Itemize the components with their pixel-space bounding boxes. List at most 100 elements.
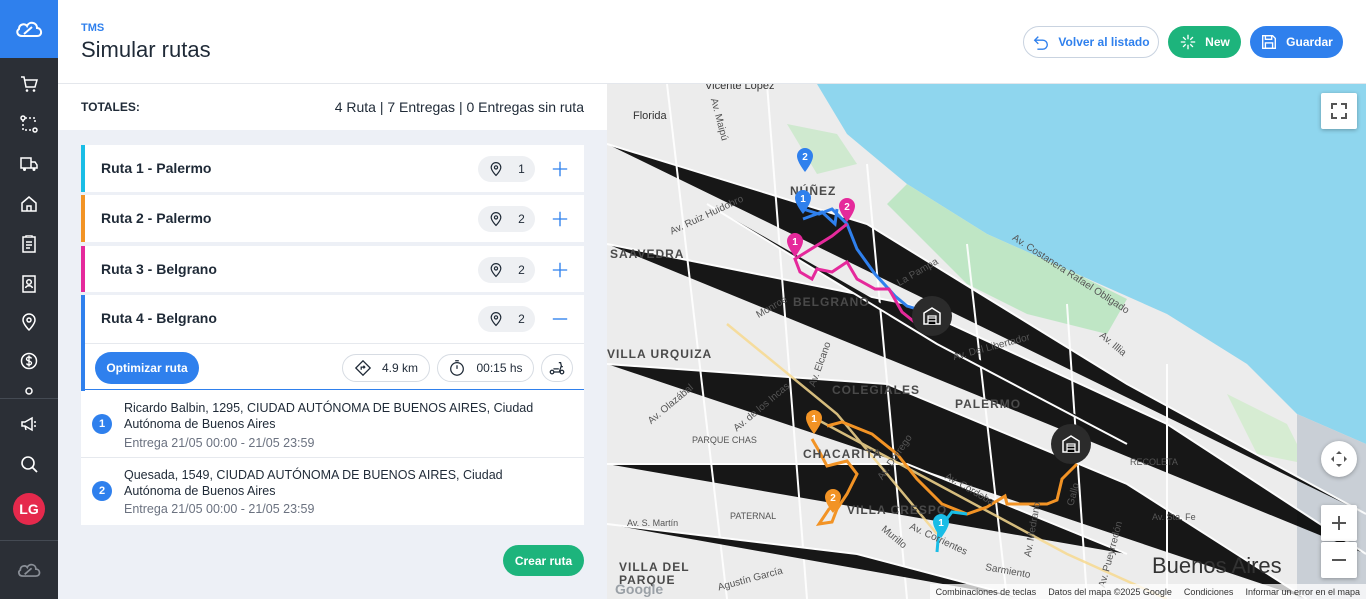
stop-number-badge: 2 — [92, 481, 112, 501]
sidebar-item-contacts[interactable] — [0, 264, 58, 304]
stop-pin-blue[interactable]: 1 — [793, 189, 813, 215]
stop-time-window: Entrega 21/05 00:00 - 21/05 23:59 — [124, 502, 315, 516]
warehouse-icon — [1062, 435, 1080, 453]
sidebar-item-fleet[interactable] — [0, 144, 58, 184]
vehicle-selector[interactable] — [541, 354, 573, 382]
zoom-in-button[interactable] — [1321, 505, 1357, 541]
route-stops-list: 1 Ricardo Balbin, 1295, CIUDAD AUTÓNOMA … — [81, 391, 584, 525]
depot-marker[interactable] — [912, 296, 952, 336]
stopwatch-icon — [450, 360, 465, 376]
stop-item-1[interactable]: 1 Ricardo Balbin, 1295, CIUDAD AUTÓNOMA … — [81, 391, 584, 458]
map-canvas[interactable] — [607, 84, 1366, 599]
map-label: RECOLETA — [1130, 457, 1178, 467]
sidebar-item-routes[interactable] — [0, 104, 58, 144]
create-route-button[interactable]: Crear ruta — [503, 545, 584, 576]
app-logo[interactable] — [0, 0, 58, 58]
sidebar-divider — [0, 398, 58, 399]
user-icon — [25, 387, 33, 395]
collapse-route-button[interactable] — [549, 308, 571, 330]
route-map[interactable]: Vicente López Florida Av. Maipú Av. Ruiz… — [607, 84, 1366, 599]
routes-panel: TOTALES: 4 Ruta | 7 Entregas | 0 Entrega… — [58, 84, 607, 599]
sidebar-item-search[interactable] — [0, 444, 58, 484]
plus-icon — [552, 262, 568, 278]
stop-pin-orange[interactable]: 2 — [823, 488, 843, 514]
zoom-out-button[interactable] — [1321, 542, 1357, 578]
pin-label: 1 — [811, 414, 817, 425]
cloud-logo-icon — [18, 563, 41, 577]
back-to-list-label: Volver al listado — [1058, 35, 1150, 49]
route-stop-count: 1 — [478, 156, 535, 182]
stop-pin-cyan[interactable]: 1 — [931, 513, 951, 539]
stop-pin-magenta[interactable]: 1 — [785, 232, 805, 258]
map-pin-icon — [490, 263, 502, 278]
search-icon — [21, 456, 38, 473]
route-card-4[interactable]: Ruta 4 - Belgrano 2 Optimizar ruta 4.9 k… — [81, 295, 584, 391]
map-pan-control[interactable] — [1321, 441, 1357, 477]
map-neighborhood: COLEGIALES — [832, 383, 921, 397]
report-error-link[interactable]: Informar un error en el mapa — [1245, 587, 1360, 597]
route-card-1[interactable]: Ruta 1 - Palermo 1 — [81, 145, 584, 192]
plus-icon — [1332, 516, 1346, 530]
pin-label: 1 — [800, 194, 806, 205]
contact-book-icon — [22, 275, 36, 293]
sidebar: LG — [0, 0, 58, 599]
stop-pin-orange[interactable]: 1 — [804, 409, 824, 435]
cloud-logo-icon — [16, 21, 43, 37]
breadcrumb[interactable]: TMS — [81, 22, 104, 34]
pin-label: 2 — [844, 202, 850, 213]
sidebar-item-billing[interactable] — [0, 341, 58, 381]
route-stop-count: 2 — [478, 257, 535, 283]
route-name: Ruta 1 - Palermo — [101, 160, 212, 176]
optimize-route-button[interactable]: Optimizar ruta — [95, 352, 199, 384]
route-card-2[interactable]: Ruta 2 - Palermo 2 — [81, 195, 584, 242]
location-pin-icon — [22, 313, 36, 332]
sidebar-item-orders[interactable] — [0, 64, 58, 104]
route-distance: 4.9 km — [342, 354, 430, 382]
route-stop-count-value: 2 — [518, 312, 525, 326]
route-stop-count: 2 — [478, 206, 535, 232]
sidebar-item-more[interactable] — [0, 384, 58, 398]
sidebar-item-tasks[interactable] — [0, 224, 58, 264]
keyboard-shortcuts-link[interactable]: Combinaciones de teclas — [936, 587, 1037, 597]
map-neighborhood: CHACARITA — [803, 447, 883, 461]
megaphone-icon — [21, 416, 36, 432]
map-label: Florida — [633, 110, 667, 122]
undo-arrow-icon — [1034, 36, 1049, 50]
route-card-3[interactable]: Ruta 3 - Belgrano 2 — [81, 246, 584, 292]
route-icon — [20, 115, 38, 133]
save-button[interactable]: Guardar — [1250, 26, 1343, 58]
map-neighborhood: PALERMO — [955, 397, 1022, 411]
stop-item-2[interactable]: 2 Quesada, 1549, CIUDAD AUTÓNOMA DE BUEN… — [81, 458, 584, 525]
sidebar-footer-logo — [0, 550, 58, 590]
route-duration: 00:15 hs — [437, 354, 534, 382]
new-button[interactable]: New — [1168, 26, 1241, 58]
user-avatar[interactable]: LG — [13, 493, 45, 525]
fullscreen-button[interactable] — [1321, 93, 1357, 129]
map-neighborhood: VILLA URQUIZA — [607, 347, 713, 361]
map-data-credit: Datos del mapa ©2025 Google — [1048, 586, 1172, 597]
sidebar-item-announcements[interactable] — [0, 404, 58, 444]
sidebar-item-locations[interactable] — [0, 302, 58, 342]
stop-address: Quesada, 1549, CIUDAD AUTÓNOMA DE BUENOS… — [124, 468, 503, 498]
google-logo: Google — [615, 581, 664, 597]
expand-route-button[interactable] — [549, 259, 571, 281]
terms-link[interactable]: Condiciones — [1184, 587, 1234, 597]
map-pin-icon — [490, 312, 502, 327]
directions-icon — [354, 359, 372, 377]
minus-icon — [1332, 559, 1346, 561]
depot-marker[interactable] — [1051, 424, 1091, 464]
map-label: PATERNAL — [730, 511, 777, 521]
stop-number-badge: 1 — [92, 414, 112, 434]
totals-bar: TOTALES: 4 Ruta | 7 Entregas | 0 Entrega… — [58, 84, 607, 130]
expand-route-button[interactable] — [549, 208, 571, 230]
expand-route-button[interactable] — [549, 158, 571, 180]
map-city-label: Buenos Aires — [1152, 553, 1282, 578]
sidebar-divider-bottom — [0, 540, 58, 541]
warehouse-icon — [923, 307, 941, 325]
back-to-list-button[interactable]: Volver al listado — [1023, 26, 1159, 58]
home-icon — [21, 196, 37, 212]
stop-pin-magenta[interactable]: 2 — [837, 197, 857, 223]
stop-pin-blue[interactable]: 2 — [795, 147, 815, 173]
sidebar-item-home[interactable] — [0, 184, 58, 224]
route-stop-count-value: 2 — [518, 263, 525, 277]
